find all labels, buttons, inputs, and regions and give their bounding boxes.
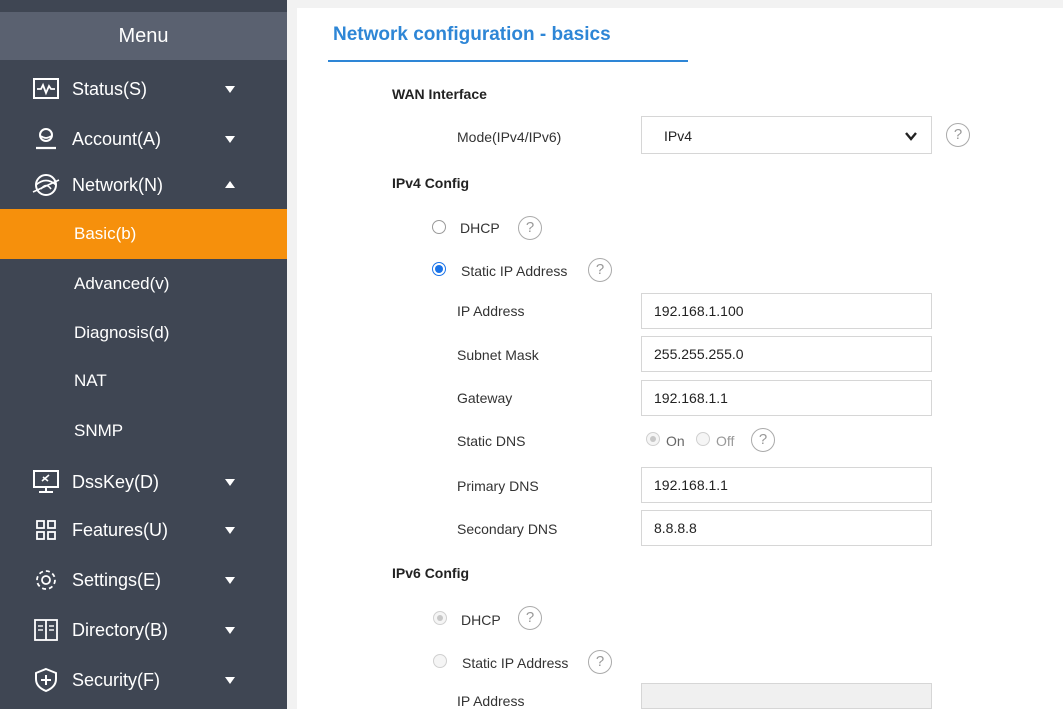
ipv6-dhcp-radio[interactable] (433, 611, 447, 625)
ipv6-ip-address-label: IP Address (457, 693, 525, 709)
sidebar: Menu Status(S) Account(A) Network(N) Bas… (0, 0, 287, 709)
chevron-down-icon (224, 134, 236, 144)
status-icon (32, 76, 60, 102)
chevron-down-icon (224, 525, 236, 535)
title-underline (328, 60, 688, 62)
static-dns-on-label: On (666, 433, 685, 449)
help-icon[interactable]: ? (946, 123, 970, 147)
main-separator (287, 0, 297, 709)
chevron-down-icon (224, 675, 236, 685)
menu-header: Menu (0, 12, 287, 60)
section-title-ipv6: IPv6 Config (392, 565, 470, 581)
sidebar-subitem-nat[interactable]: NAT (0, 356, 287, 406)
sidebar-item-label: Features(U) (72, 520, 169, 540)
help-icon[interactable]: ? (588, 650, 612, 674)
sidebar-item-settings[interactable]: Settings(E) (0, 555, 287, 605)
sidebar-item-label: Account(A) (72, 129, 162, 149)
static-dns-label: Static DNS (457, 433, 526, 449)
secondary-dns-input[interactable] (641, 510, 932, 546)
static-dns-on-radio[interactable] (646, 432, 660, 446)
gateway-label: Gateway (457, 390, 513, 406)
features-icon (32, 517, 60, 543)
dsskey-icon (32, 469, 60, 495)
static-dns-off-radio[interactable] (696, 432, 710, 446)
ipv6-ip-address-input[interactable] (641, 683, 932, 709)
sidebar-item-directory[interactable]: Directory(B) (0, 605, 287, 655)
mode-select[interactable]: IPv4 (641, 116, 932, 154)
help-icon[interactable]: ? (518, 216, 542, 240)
sidebar-subitem-basic[interactable]: Basic(b) (0, 209, 287, 259)
static-dns-off-label: Off (716, 433, 735, 449)
ipv4-static-label: Static IP Address (461, 263, 568, 279)
sidebar-item-security[interactable]: Security(F) (0, 655, 287, 705)
ipv6-static-radio[interactable] (433, 654, 447, 668)
gateway-input[interactable] (641, 380, 932, 416)
sidebar-subitem-label: NAT (74, 371, 107, 390)
section-title-ipv4: IPv4 Config (392, 175, 470, 191)
secondary-dns-label: Secondary DNS (457, 521, 558, 537)
subnet-mask-label: Subnet Mask (457, 347, 539, 363)
help-icon[interactable]: ? (751, 428, 775, 452)
ipv6-dhcp-label: DHCP (461, 612, 501, 628)
primary-dns-input[interactable] (641, 467, 932, 503)
ipv4-dhcp-radio[interactable] (432, 220, 446, 234)
sidebar-subitem-label: Diagnosis(d) (74, 323, 170, 342)
ipv6-static-label: Static IP Address (462, 655, 569, 671)
mode-label: Mode(IPv4/IPv6) (457, 129, 562, 145)
account-icon (32, 126, 60, 152)
sidebar-item-label: DssKey(D) (72, 472, 160, 492)
chevron-down-icon (224, 477, 236, 487)
page-title: Network configuration - basics (333, 24, 611, 45)
ip-address-input[interactable] (641, 293, 932, 329)
sidebar-subitem-advanced[interactable]: Advanced(v) (0, 259, 287, 309)
chevron-down-icon (224, 84, 236, 94)
directory-icon (32, 617, 60, 643)
sidebar-item-features[interactable]: Features(U) (0, 505, 287, 555)
sidebar-subitem-diagnosis[interactable]: Diagnosis(d) (0, 308, 287, 358)
chevron-down-icon (224, 625, 236, 635)
primary-dns-label: Primary DNS (457, 478, 539, 494)
sidebar-item-network[interactable]: Network(N) (0, 160, 287, 210)
chevron-down-icon (224, 575, 236, 585)
help-icon[interactable]: ? (518, 606, 542, 630)
section-title-wan: WAN Interface (392, 86, 487, 102)
sidebar-item-label: Network(N) (72, 175, 164, 195)
ipv4-dhcp-label: DHCP (460, 220, 500, 236)
sidebar-item-label: Status(S) (72, 79, 148, 99)
top-border (297, 0, 1063, 8)
subnet-mask-input[interactable] (641, 336, 932, 372)
shield-icon (32, 667, 60, 693)
network-icon (32, 172, 60, 198)
sidebar-subitem-snmp[interactable]: SNMP (0, 406, 287, 456)
chevron-down-icon (905, 131, 917, 141)
sidebar-item-account[interactable]: Account(A) (0, 114, 287, 164)
settings-icon (32, 567, 60, 593)
chevron-up-icon (224, 180, 236, 190)
ipv4-static-radio[interactable] (432, 262, 446, 276)
ip-address-label: IP Address (457, 303, 525, 319)
sidebar-item-label: Settings(E) (72, 570, 162, 590)
sidebar-subitem-label: Basic(b) (74, 224, 137, 243)
sidebar-subitem-label: Advanced(v) (74, 274, 170, 293)
sidebar-subitem-label: SNMP (74, 421, 124, 440)
mode-select-value: IPv4 (664, 128, 693, 144)
help-icon[interactable]: ? (588, 258, 612, 282)
sidebar-item-label: Directory(B) (72, 620, 169, 640)
sidebar-item-status[interactable]: Status(S) (0, 64, 287, 114)
sidebar-item-dsskey[interactable]: DssKey(D) (0, 457, 287, 507)
sidebar-item-label: Security(F) (72, 670, 161, 690)
